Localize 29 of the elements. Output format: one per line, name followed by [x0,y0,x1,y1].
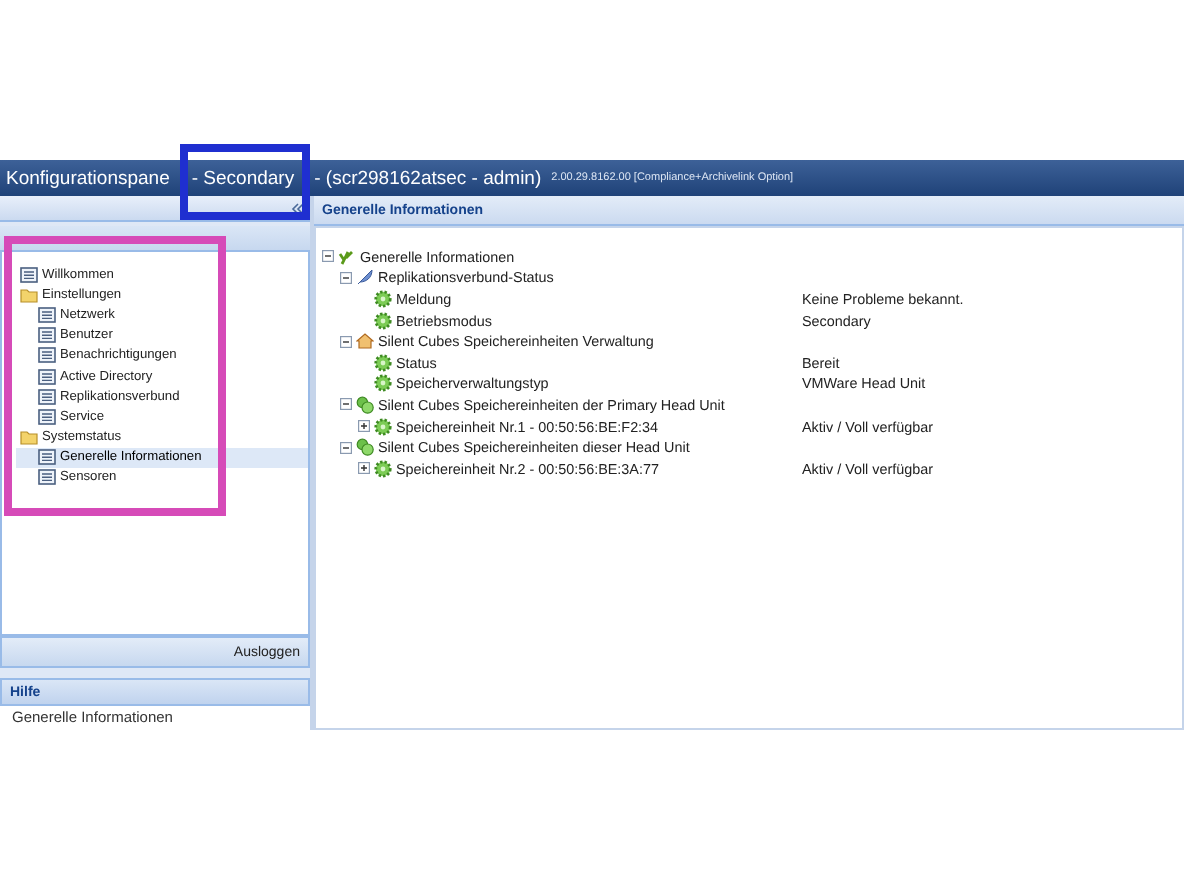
expand-icon[interactable] [358,420,370,433]
collapse-icon[interactable] [322,250,334,263]
collapse-icon[interactable] [340,271,352,284]
document-icon [38,326,56,345]
collapse-panel-icon[interactable] [290,201,304,215]
document-icon [20,265,38,284]
gears-icon [356,438,374,457]
collapse-icon[interactable] [340,398,352,411]
plant-icon [338,247,356,266]
document-icon [38,367,56,386]
collapse-icon[interactable] [340,441,352,454]
window-title: Konfigurationspane [6,167,170,189]
window-title: - Secondary [191,167,295,189]
gear-icon [374,417,392,436]
document-icon [38,387,56,406]
document-icon [38,305,56,324]
document-icon [38,448,56,467]
window-title: - (scr298162atsec - admin) [314,167,542,189]
collapse-icon[interactable] [340,335,352,348]
house-icon [356,332,374,351]
document-icon [38,468,56,487]
expand-icon[interactable] [358,462,370,475]
feather-icon [356,268,374,287]
document-icon [38,407,56,426]
gears-icon [356,395,374,414]
gear-icon [374,459,392,478]
document-icon [38,346,56,365]
folder-icon [20,428,38,447]
folder-icon [20,285,38,304]
